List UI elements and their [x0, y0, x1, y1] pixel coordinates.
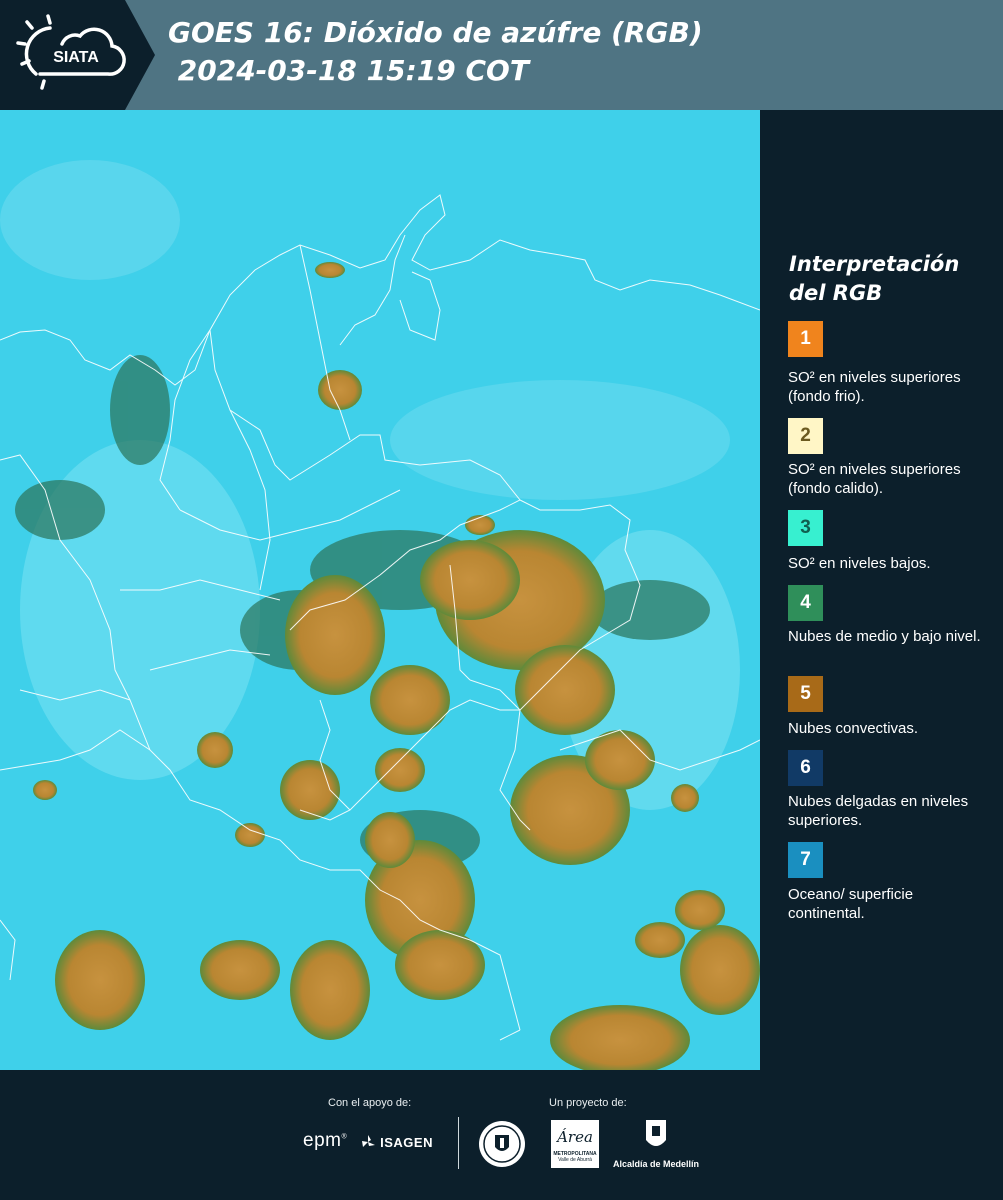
legend-number: 7	[800, 849, 811, 870]
alcaldia-label: Alcaldía de Medellín	[613, 1159, 700, 1169]
isagen-text: ISAGEN	[380, 1135, 433, 1150]
alcaldia-coat-of-arms-icon	[646, 1120, 666, 1146]
legend-swatch-5: 5	[788, 676, 823, 712]
legend-number: 6	[800, 757, 811, 778]
legend-text-3: SO² en niveles bajos.	[788, 555, 931, 572]
siata-logo-block: SIATA	[0, 0, 155, 110]
legend-number: 1	[800, 328, 811, 349]
isagen-icon	[362, 1135, 375, 1147]
legend-swatch-6: 6	[788, 750, 823, 786]
legend-number: 2	[800, 425, 811, 446]
isagen-logo: ISAGEN	[360, 1134, 433, 1150]
epm-logo: epm®	[303, 1130, 348, 1151]
footer: Con el apoyo de: Un proyecto de: epm® IS…	[0, 1070, 1003, 1200]
header: SIATA GOES 16: Dióxido de azúfre (RGB) 2…	[0, 0, 1003, 110]
legend-title: Interpretación del RGB	[789, 252, 960, 305]
legend-text-2: SO² en niveles superiores (fondo calido)…	[788, 461, 961, 497]
legend-text-4: Nubes de medio y bajo nivel.	[788, 628, 981, 645]
epm-logo-text: epm	[303, 1130, 342, 1151]
area-logo-sub2: Valle de Aburrá	[558, 1157, 592, 1163]
legend-text-5: Nubes convectivas.	[788, 720, 919, 737]
area-logo-title: Área	[557, 1128, 593, 1146]
legend-panel: Interpretación del RGB 1 SO² en niveles …	[760, 110, 1003, 1070]
legend-number: 4	[800, 592, 811, 613]
legend-number: 3	[800, 517, 811, 538]
legend-swatch-2: 2	[788, 418, 823, 454]
legend-swatch-4: 4	[788, 585, 823, 621]
map-svg	[0, 110, 760, 1070]
support-label: Con el apoyo de:	[328, 1097, 412, 1109]
satellite-map	[0, 110, 760, 1070]
legend-text-1: SO² en niveles superiores (fondo frio).	[788, 369, 961, 405]
area-metropolitana-logo: Área METROPOLITANA Valle de Aburrá	[551, 1120, 599, 1168]
project-label: Un proyecto de:	[549, 1097, 627, 1109]
legend-swatch-7: 7	[788, 842, 823, 878]
page-title: GOES 16: Dióxido de azúfre (RGB) 2024-03…	[168, 16, 703, 87]
legend-text-6: Nubes delgadas en niveles superiores.	[788, 793, 969, 829]
footer-divider	[458, 1117, 459, 1169]
legend-swatch-1: 1	[788, 321, 823, 357]
medellin-seal-icon	[479, 1121, 525, 1167]
logo-text: SIATA	[53, 49, 99, 66]
legend-number: 5	[800, 683, 811, 704]
legend-text-7: Oceano/ superficie continental.	[788, 886, 914, 922]
legend-swatch-3: 3	[788, 510, 823, 546]
